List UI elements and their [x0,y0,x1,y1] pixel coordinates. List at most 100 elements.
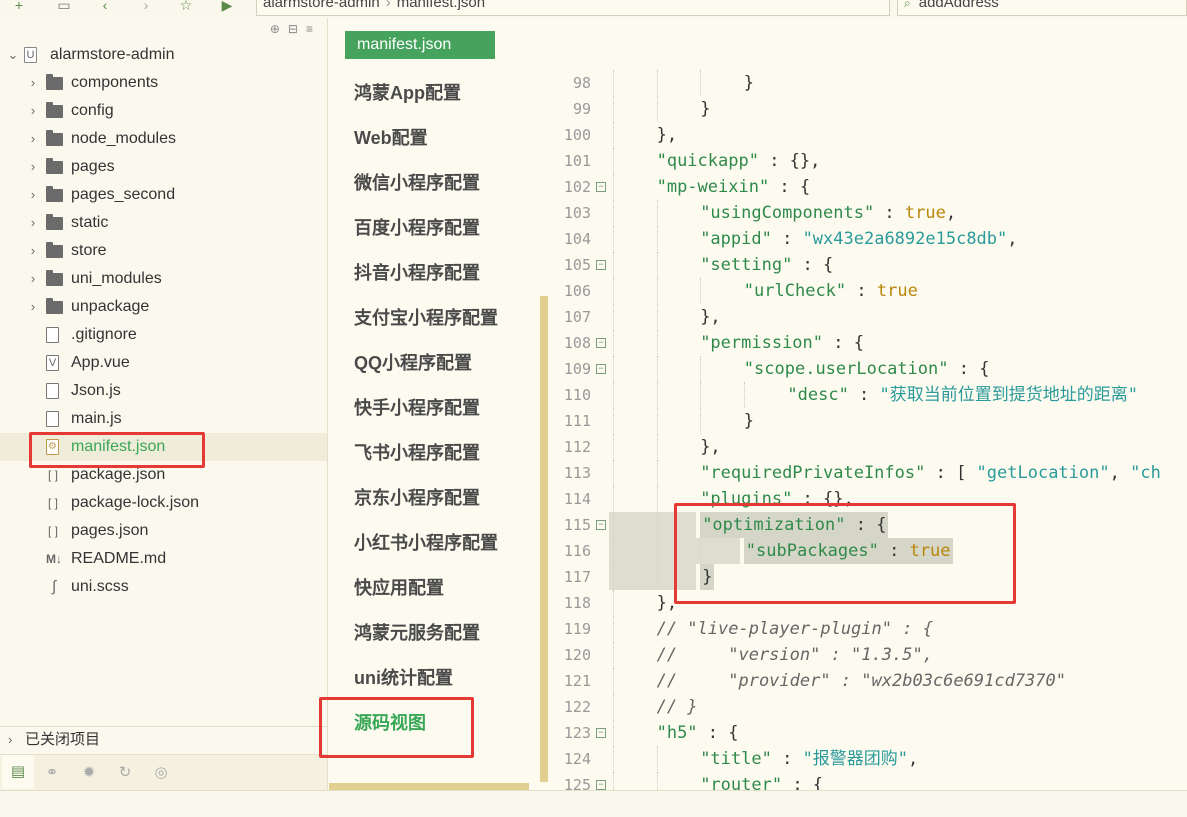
chevron-right-icon[interactable]: › [26,125,40,153]
fold-toggle-icon[interactable]: − [596,364,606,374]
chevron-right-icon[interactable]: › [26,293,40,321]
code-line[interactable]: 121 // "provider" : "wx2b03c6e691cd7370" [549,668,1187,694]
tree-folder[interactable]: › uni_modules [0,265,327,293]
tree-file[interactable]: [ ] pages.json [0,517,327,545]
tree-folder[interactable]: › pages [0,153,327,181]
menu-item[interactable]: 小红书小程序配置 [354,528,498,558]
menu-item[interactable]: 京东小程序配置 [354,483,480,513]
tree-folder[interactable]: › pages_second [0,181,327,209]
code-line[interactable]: 113 "requiredPrivateInfos" : [ "getLocati… [549,460,1187,486]
code-line[interactable]: 120 // "version" : "1.3.5", [549,642,1187,668]
menu-item[interactable]: 支付宝小程序配置 [354,303,498,333]
locate-icon[interactable]: ⊕ [270,22,288,36]
fold-toggle-icon[interactable]: − [596,260,606,270]
tree-file[interactable]: ⚙ manifest.json [0,433,327,461]
tree-folder[interactable]: › static [0,209,327,237]
tree-file[interactable]: [ ] package.json [0,461,327,489]
tree-folder[interactable]: › node_modules [0,125,327,153]
fold-toggle-icon[interactable]: − [596,728,606,738]
chevron-right-icon[interactable]: › [26,209,40,237]
project-root[interactable]: ⌄ U alarmstore-admin [0,41,327,69]
menu-item[interactable]: 百度小程序配置 [354,213,480,243]
tree-file[interactable]: V App.vue [0,349,327,377]
code-line[interactable]: 101 "quickapp" : {}, [549,148,1187,174]
code-line[interactable]: 105− "setting" : { [549,252,1187,278]
code-line[interactable]: 104 "appid" : "wx43e2a6892e15c8db", [549,226,1187,252]
fold-toggle-icon[interactable]: − [596,780,606,790]
back-arrow-icon[interactable]: ‹ [96,0,114,14]
menu-item[interactable]: 快应用配置 [354,573,444,603]
binoculars-icon[interactable]: ⚭ [42,763,62,783]
closed-projects[interactable]: › 已关闭项目 [0,726,327,752]
code-line[interactable]: 122 // } [549,694,1187,720]
code-line[interactable]: 116 "subPackages" : true [549,538,1187,564]
fold-toggle-icon[interactable]: − [596,182,606,192]
run-icon[interactable]: ▶ [218,0,236,14]
code-line[interactable]: 124 "title" : "报警器团购", [549,746,1187,772]
breadcrumb-project[interactable]: alarmstore-admin [263,0,380,11]
explorer-icon[interactable]: ▤ [2,755,34,789]
code-line[interactable]: 99} [549,96,1187,122]
breadcrumb[interactable]: alarmstore-admin › manifest.json [256,0,890,16]
chevron-right-icon[interactable]: › [26,69,40,97]
tree-folder[interactable]: › store [0,237,327,265]
code-line[interactable]: 114 "plugins" : {}, [549,486,1187,512]
tree-file[interactable]: .gitignore [0,321,327,349]
fold-toggle-icon[interactable]: − [596,338,606,348]
menu-item[interactable]: 抖音小程序配置 [354,258,480,288]
git-icon[interactable]: ↻ [115,763,135,783]
tree-folder[interactable]: › components [0,69,327,97]
code-line[interactable]: 108− "permission" : { [549,330,1187,356]
menu-item[interactable]: Web配置 [354,123,428,153]
tree-file[interactable]: main.js [0,405,327,433]
code-line[interactable]: 106 "urlCheck" : true [549,278,1187,304]
star-icon[interactable]: ☆ [177,0,195,14]
tree-folder[interactable]: › unpackage [0,293,327,321]
code-line[interactable]: 119 // "live-player-plugin" : { [549,616,1187,642]
code-line[interactable]: 111} [549,408,1187,434]
code-line[interactable]: 98} [549,70,1187,96]
collapse-icon[interactable]: ⊟ [288,22,306,36]
new-file-icon[interactable]: + [10,0,28,14]
tree-file[interactable]: Json.js [0,377,327,405]
code-line[interactable]: 107}, [549,304,1187,330]
code-line[interactable]: 110 "desc" : "获取当前位置到提货地址的距离" [549,382,1187,408]
chevron-right-icon[interactable]: › [26,97,40,125]
code-line[interactable]: 125− "router" : { [549,772,1187,790]
bug-icon[interactable]: ✹ [79,763,99,783]
menu-item[interactable]: 快手小程序配置 [354,393,480,423]
web-icon[interactable]: ◎ [151,763,171,783]
menu-item[interactable]: 微信小程序配置 [354,168,480,198]
tree-file[interactable]: [ ] package-lock.json [0,489,327,517]
code-editor[interactable]: 98} 99} 100}, 101 "quickapp" : {}, 102− "mp-we… [549,18,1187,790]
tab-manifest[interactable]: manifest.json [345,31,495,59]
menu-item[interactable]: QQ小程序配置 [354,348,472,378]
tree-folder[interactable]: › config [0,97,327,125]
breadcrumb-file[interactable]: manifest.json [397,0,485,11]
code-line[interactable]: 118}, [549,590,1187,616]
chevron-right-icon[interactable]: › [26,237,40,265]
menu-item[interactable]: uni统计配置 [354,663,453,693]
forward-arrow-icon[interactable]: › [137,0,155,14]
fold-toggle-icon[interactable]: − [596,520,606,530]
chevron-right-icon[interactable]: › [26,265,40,293]
menu-scrollbar[interactable] [540,296,548,782]
code-line[interactable]: 102− "mp-weixin" : { [549,174,1187,200]
menu-item[interactable]: 鸿蒙App配置 [354,78,461,108]
code-line[interactable]: 115− "optimization" : { [549,512,1187,538]
tree-file[interactable]: M↓ README.md [0,545,327,573]
menu-item-source-view[interactable]: 源码视图 [354,708,426,738]
code-line[interactable]: 100}, [549,122,1187,148]
menu-item[interactable]: 鸿蒙元服务配置 [354,618,480,648]
code-line[interactable]: 123− "h5" : { [549,720,1187,746]
menu-icon[interactable]: ≡ [306,22,321,36]
menu-item[interactable]: 飞书小程序配置 [354,438,480,468]
tree-file[interactable]: ∫ uni.scss [0,573,327,601]
chevron-right-icon[interactable]: › [26,153,40,181]
chevron-right-icon[interactable]: › [26,181,40,209]
search-input[interactable]: ⌕ addAddress [897,0,1187,16]
code-line[interactable]: 112}, [549,434,1187,460]
code-line[interactable]: 109− "scope.userLocation" : { [549,356,1187,382]
code-line[interactable]: 117} [549,564,1187,590]
code-line[interactable]: 103 "usingComponents" : true, [549,200,1187,226]
